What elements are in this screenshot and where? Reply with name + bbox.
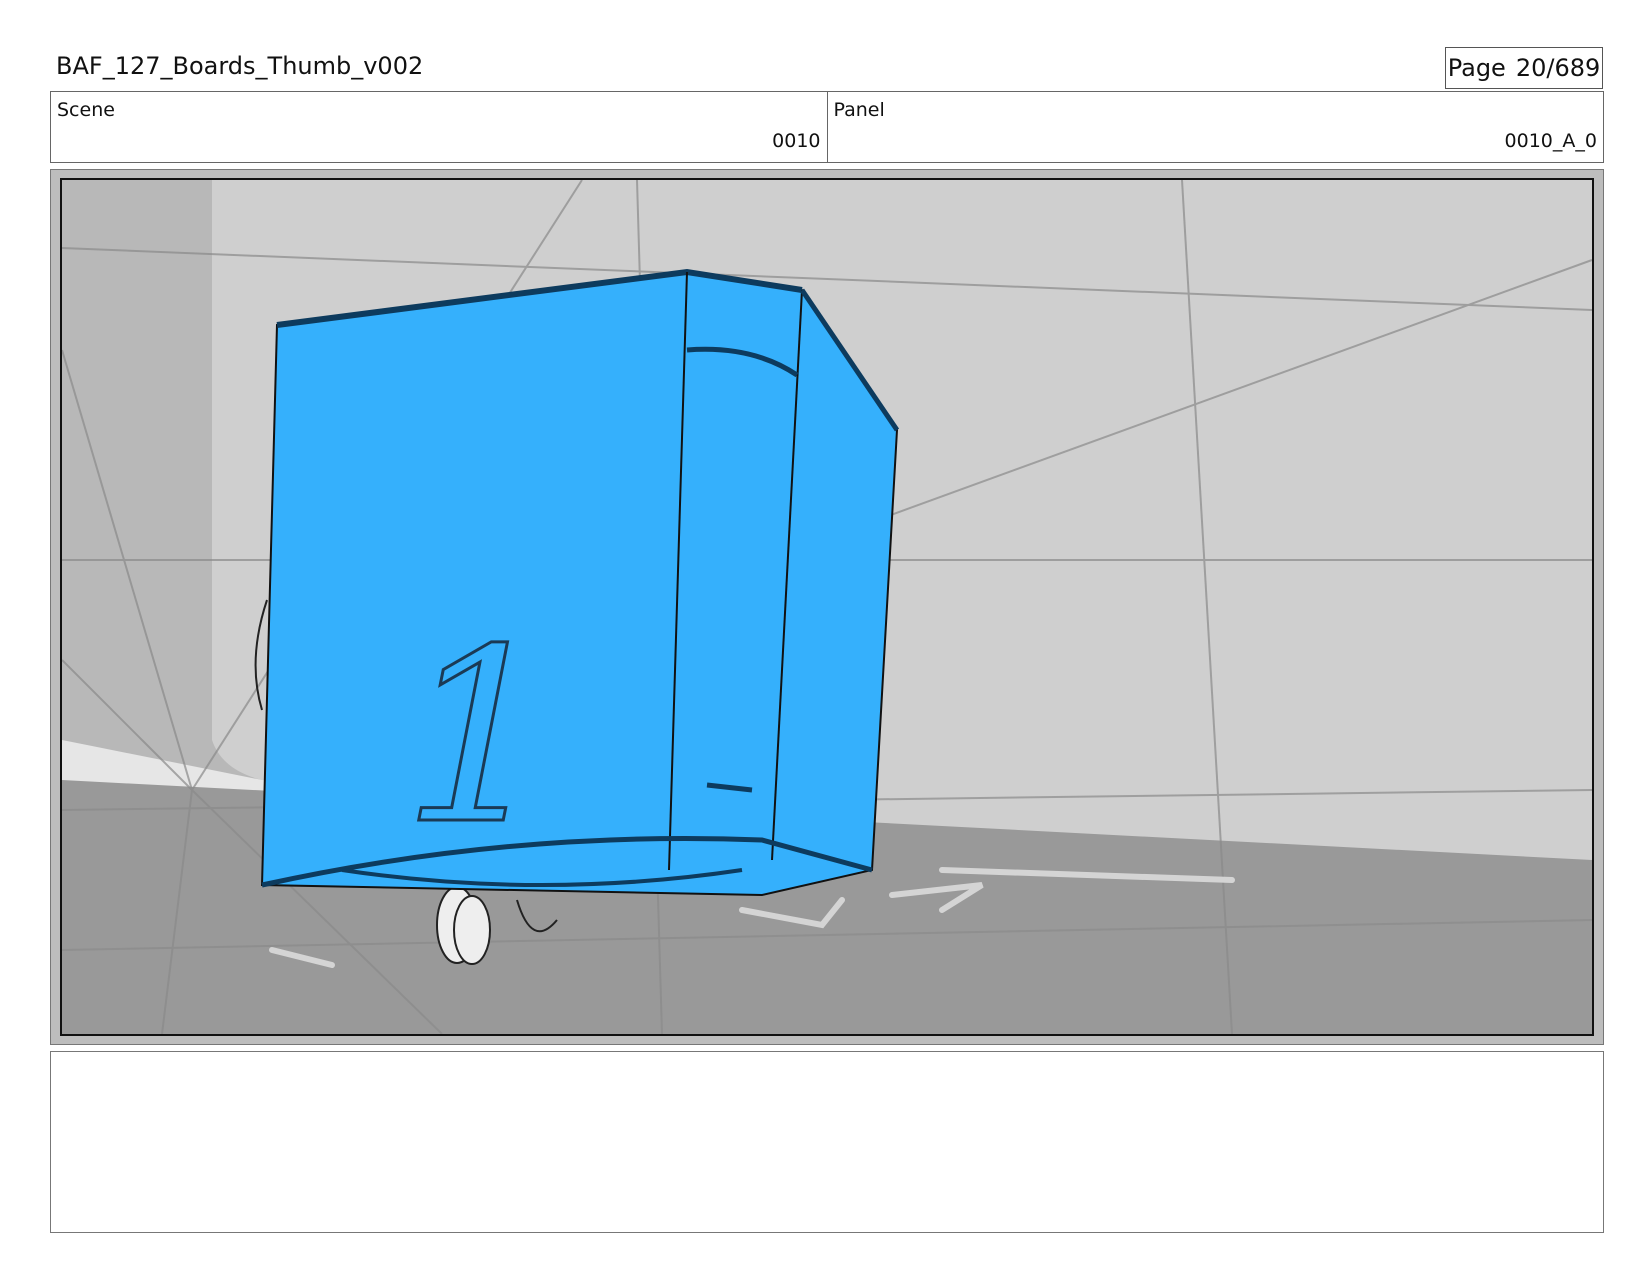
scene-label: Scene (57, 99, 115, 121)
scene-value: 0010 (772, 130, 821, 152)
panel-label: Panel (833, 99, 885, 121)
scene-panel-info: Scene 0010 Panel 0010_A_0 (50, 91, 1604, 163)
page-indicator: Page 20/689 (1445, 47, 1603, 89)
panel-cell: Panel 0010_A_0 (826, 92, 1604, 162)
notes-area (50, 1051, 1604, 1233)
box-number-glyph: 1 (402, 597, 555, 877)
page-label: Page (1447, 54, 1506, 82)
panel-value: 0010_A_0 (1504, 130, 1597, 152)
book-box: 1 (260, 268, 900, 897)
document-title: BAF_127_Boards_Thumb_v002 (56, 52, 424, 80)
scene-cell: Scene 0010 (51, 92, 827, 162)
storyboard-artwork: 1 (62, 180, 1592, 1034)
page-number: 20/689 (1515, 54, 1601, 82)
storyboard-frame: 1 (60, 178, 1594, 1036)
